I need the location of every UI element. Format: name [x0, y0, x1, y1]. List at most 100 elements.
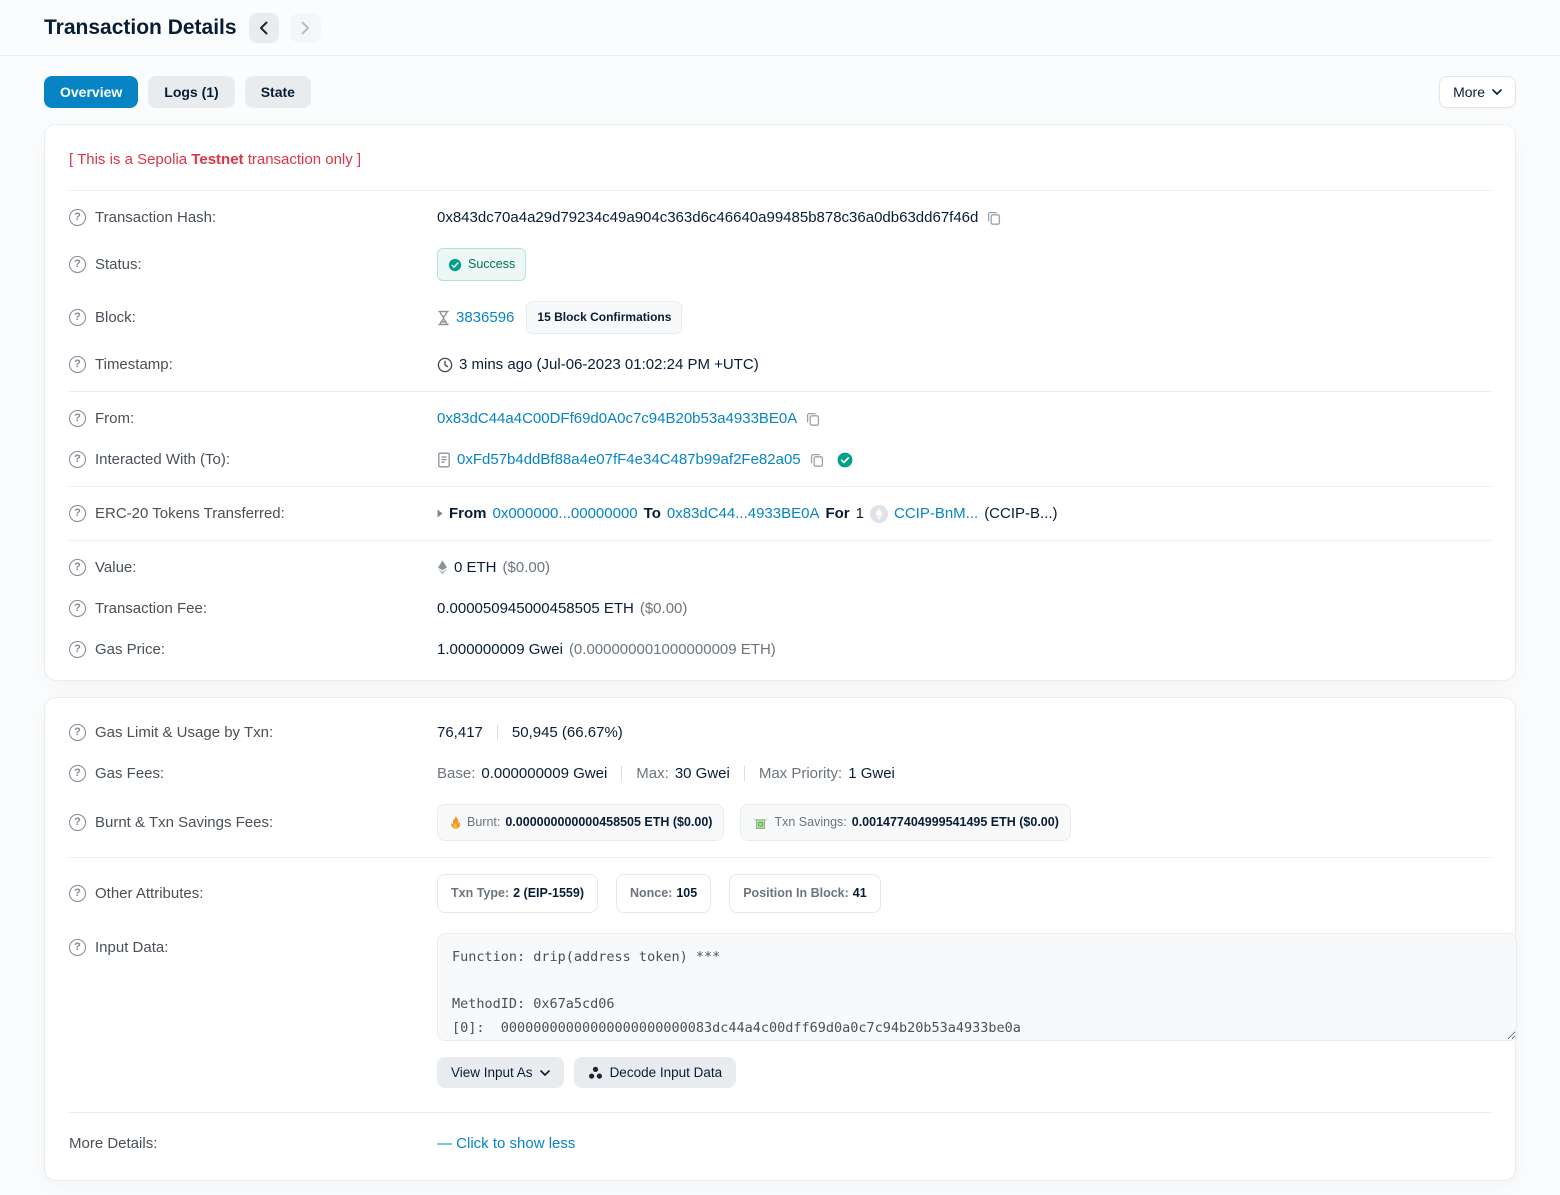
- txn-savings-badge: Txn Savings: 0.001477404999541495 ETH ($…: [740, 804, 1070, 841]
- base-fee-value: 0.000000009 Gwei: [481, 763, 607, 784]
- token-name-link[interactable]: CCIP-BnM...: [894, 503, 978, 524]
- status-row: ? Status: Success: [69, 238, 1491, 291]
- more-details-label: More Details:: [69, 1133, 157, 1154]
- block-number-link[interactable]: 3836596: [456, 307, 514, 328]
- details-card: ? Gas Limit & Usage by Txn: 76,417 50,94…: [44, 697, 1516, 1181]
- previous-transaction-button[interactable]: [249, 13, 279, 43]
- input-data-textarea[interactable]: Function: drip(address token) *** Method…: [437, 933, 1517, 1041]
- help-icon: ?: [69, 505, 86, 522]
- value-row: ? Value: 0 ETH ($0.00): [69, 547, 1491, 588]
- eth-icon: [437, 560, 448, 575]
- money-wings-icon: [752, 816, 769, 830]
- help-icon: ?: [69, 209, 86, 226]
- more-details-row: More Details: — Click to show less: [69, 1119, 1491, 1170]
- clock-icon: [437, 357, 453, 373]
- nonce-pill: Nonce: 105: [616, 874, 711, 913]
- view-input-as-button[interactable]: View Input As: [437, 1057, 564, 1088]
- position-in-block-value: 41: [853, 883, 867, 904]
- input-data-label: Input Data:: [95, 937, 168, 958]
- transfer-amount: 1: [856, 503, 864, 524]
- more-dropdown-label: More: [1453, 84, 1485, 100]
- other-attributes-label: Other Attributes:: [95, 883, 203, 904]
- txn-savings-value: 0.001477404999541495 ETH ($0.00): [852, 812, 1059, 833]
- burnt-fee-label: Burnt:: [467, 812, 500, 833]
- decode-input-data-button[interactable]: Decode Input Data: [574, 1057, 737, 1088]
- gas-price-label: Gas Price:: [95, 639, 165, 660]
- transfer-to-address-link[interactable]: 0x83dC44...4933BE0A: [667, 503, 820, 524]
- check-circle-icon: [448, 258, 462, 272]
- copy-to-address-button[interactable]: [807, 452, 827, 468]
- show-less-link[interactable]: — Click to show less: [437, 1133, 575, 1154]
- page-title: Transaction Details: [44, 16, 237, 40]
- divider: [69, 391, 1491, 392]
- copy-icon: [809, 452, 825, 468]
- testnet-notice: [ This is a Sepolia Testnet transaction …: [69, 133, 1491, 184]
- help-icon: ?: [69, 256, 86, 273]
- txn-type-label: Txn Type:: [451, 883, 509, 904]
- copy-icon: [805, 411, 821, 427]
- tab-overview[interactable]: Overview: [44, 76, 138, 108]
- tabs-row: Overview Logs (1) State More: [44, 76, 1516, 108]
- view-input-as-label: View Input As: [451, 1065, 533, 1080]
- burnt-fee-value: 0.000000000000458505 ETH ($0.00): [505, 812, 712, 833]
- decode-input-data-label: Decode Input Data: [610, 1065, 723, 1080]
- transaction-fee-eth: 0.000050945000458505 ETH: [437, 598, 634, 619]
- txn-savings-label: Txn Savings:: [774, 812, 846, 833]
- help-icon: ?: [69, 410, 86, 427]
- burnt-fees-label: Burnt & Txn Savings Fees:: [95, 812, 273, 833]
- block-row: ? Block: 3836596 15 Block Confirmations: [69, 291, 1491, 344]
- header-divider: [0, 55, 1560, 56]
- gas-used-value: 50,945 (66.67%): [512, 722, 623, 743]
- tab-state[interactable]: State: [245, 76, 311, 108]
- value-usd: ($0.00): [503, 557, 551, 578]
- divider: [69, 857, 1491, 858]
- help-icon: ?: [69, 814, 86, 831]
- separator: [744, 766, 745, 781]
- from-row: ? From: 0x83dC44a4C00DFf69d0A0c7c94B20b5…: [69, 398, 1491, 439]
- txn-type-value: 2 (EIP-1559): [513, 883, 584, 904]
- more-dropdown-button[interactable]: More: [1439, 76, 1516, 108]
- transaction-fee-label: Transaction Fee:: [95, 598, 207, 619]
- chevron-right-icon: [301, 21, 310, 35]
- interacted-with-label: Interacted With (To):: [95, 449, 230, 470]
- value-eth: 0 ETH: [454, 557, 497, 578]
- divider: [69, 540, 1491, 541]
- next-transaction-button[interactable]: [291, 13, 321, 43]
- transaction-hash-label: Transaction Hash:: [95, 207, 216, 228]
- testnet-notice-suffix: transaction only ]: [244, 151, 362, 168]
- gas-fees-label: Gas Fees:: [95, 763, 164, 784]
- copy-from-address-button[interactable]: [803, 411, 823, 427]
- max-fee-value: 30 Gwei: [675, 763, 730, 784]
- fire-icon: [449, 815, 462, 830]
- verified-check-icon: [837, 452, 853, 468]
- timestamp-row: ? Timestamp: 3 mins ago (Jul-06-2023 01:…: [69, 344, 1491, 385]
- caret-right-icon: [437, 509, 443, 518]
- transfer-from-address-link[interactable]: 0x000000...00000000: [493, 503, 638, 524]
- separator: [497, 725, 498, 740]
- transaction-hash-value: 0x843dc70a4a29d79234c49a904c363d6c46640a…: [437, 207, 978, 228]
- contract-icon: [437, 452, 451, 468]
- chevron-down-icon: [1492, 89, 1502, 95]
- tab-bar: Overview Logs (1) State: [44, 76, 311, 108]
- input-data-row: ? Input Data: Function: drip(address tok…: [69, 923, 1491, 1098]
- tab-logs[interactable]: Logs (1): [148, 76, 234, 108]
- token-icon: [870, 505, 888, 523]
- value-label: Value:: [95, 557, 136, 578]
- from-address-link[interactable]: 0x83dC44a4C00DFf69d0A0c7c94B20b53a4933BE…: [437, 408, 797, 429]
- help-icon: ?: [69, 885, 86, 902]
- transaction-fee-row: ? Transaction Fee: 0.000050945000458505 …: [69, 588, 1491, 629]
- testnet-notice-bold: Testnet: [191, 151, 243, 168]
- copy-transaction-hash-button[interactable]: [984, 210, 1004, 226]
- to-address-link[interactable]: 0xFd57b4ddBf88a4e07fF4e34C487b99af2Fe82a…: [457, 449, 801, 470]
- divider: [69, 190, 1491, 191]
- transaction-fee-usd: ($0.00): [640, 598, 688, 619]
- from-label: From:: [95, 408, 134, 429]
- copy-icon: [986, 210, 1002, 226]
- hourglass-icon: [437, 310, 450, 326]
- timestamp-label: Timestamp:: [95, 354, 173, 375]
- help-icon: ?: [69, 451, 86, 468]
- max-fee-label: Max:: [636, 763, 669, 784]
- interacted-with-row: ? Interacted With (To): 0xFd57b4ddBf88a4…: [69, 439, 1491, 480]
- gas-limit-label: Gas Limit & Usage by Txn:: [95, 722, 273, 743]
- overview-card: [ This is a Sepolia Testnet transaction …: [44, 124, 1516, 681]
